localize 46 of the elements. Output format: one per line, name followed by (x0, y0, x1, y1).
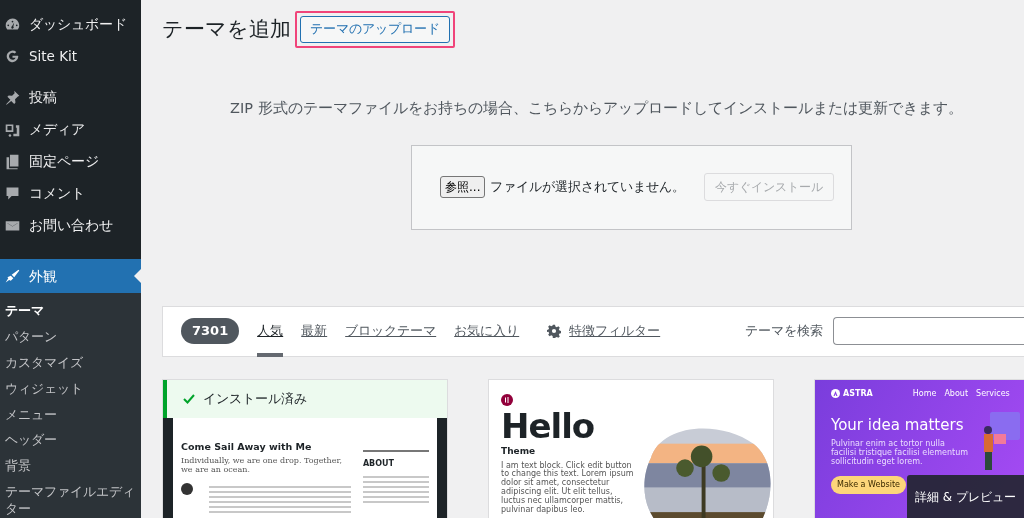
theme-headline: Your idea matters (831, 414, 965, 436)
menu-item[interactable]: ダッシュボード (0, 8, 141, 40)
submenu-item[interactable]: ウィジェット (0, 376, 141, 403)
count-badge: 7301 (181, 318, 240, 344)
theme-tagline: Individually, we are one drop. Together, we are an ocean. (181, 455, 343, 475)
details-preview-overlay[interactable]: 詳細 & プレビュー (907, 474, 1024, 518)
nav-link[interactable]: Services (976, 387, 1010, 400)
nav-link[interactable]: Home (912, 387, 937, 400)
brand-name: ASTRA (843, 387, 873, 400)
theme-headline: Come Sail Away with Me (181, 439, 313, 454)
description-text: ZIP 形式のテーマファイルをお持ちの場合、こちらからアップロードしてインストールまたは更新できます。 (230, 98, 964, 118)
body-text: I am text block. Click edit button to change this text. Lorem ipsum dolor sit amet, consectetur adipiscing elit. Ut elit tellus, luctus nec ullamcorper mattis, pulvinar dapibus leo. (501, 461, 635, 516)
menu-item[interactable]: Site Kit (0, 40, 141, 72)
submenu-item[interactable]: カスタマイズ (0, 350, 141, 377)
submenu-item[interactable]: テーマ (0, 299, 141, 325)
upload-theme-button[interactable]: テーマのアップロード (300, 16, 450, 43)
menu-item[interactable]: コメント (0, 177, 141, 209)
theme-card[interactable]: Hello Theme I am text block. Click edit button to change this text. Lorem ipsum dolor sit amet, consectetur adipiscing elit. Ut elit tellus, luctus nec ullamcorper mattis, pulvinar dapibus leo. (488, 378, 774, 518)
filter-tab[interactable]: ブロックテーマ (345, 305, 437, 357)
filter-tab[interactable]: お気に入り (454, 305, 520, 357)
menu-item[interactable]: 外観 (0, 259, 141, 293)
theme-card[interactable]: ASTRA Home About Services Your idea matters Pulvinar enim ac tortor nulla facilisi tristique facilisi elementum sollicitudin eget lorem. Make a Website 詳細 & プレビュー (814, 378, 1024, 518)
menu-item[interactable]: メディア (0, 113, 141, 145)
filter-tab[interactable]: 最新 (301, 305, 328, 357)
page-title: テーマを追加 (162, 16, 291, 42)
cta-button[interactable]: Make a Website (831, 475, 906, 494)
menu-item[interactable]: 投稿 (0, 81, 141, 113)
menu-item[interactable]: 固定ページ (0, 145, 141, 177)
submenu-item[interactable]: メニュー (0, 402, 141, 429)
file-status-text: ファイルが選択されていません。 (490, 178, 686, 197)
theme-card[interactable]: インストール済み Come Sail Away with Me Individually, we are one drop. Together, we are an ocean. ABOUT (162, 378, 448, 518)
filter-tab[interactable]: 人気 (257, 305, 284, 357)
nav-link[interactable]: About (944, 387, 969, 400)
submenu-item[interactable]: ヘッダー (0, 428, 141, 455)
menu-item[interactable]: お問い合わせ (0, 209, 141, 241)
sidebar-heading: ABOUT (362, 457, 394, 470)
theme-tagline: Theme (501, 445, 537, 458)
browse-button[interactable]: 参照... (440, 176, 486, 198)
submenu-item[interactable]: 背景 (0, 454, 141, 481)
submenu-item[interactable]: テーマファイルエディター (0, 480, 141, 518)
submenu-item[interactable]: パターン (0, 324, 141, 351)
theme-headline: Hello (501, 409, 596, 443)
feature-filter-link[interactable]: 特徴フィルター (547, 305, 661, 357)
installed-label: インストール済み (203, 389, 307, 408)
search-label: テーマを検索 (745, 322, 823, 341)
body-text: Pulvinar enim ac tortor nulla facilisi tristique facilisi elementum sollicitudin eget lorem. (831, 439, 970, 467)
